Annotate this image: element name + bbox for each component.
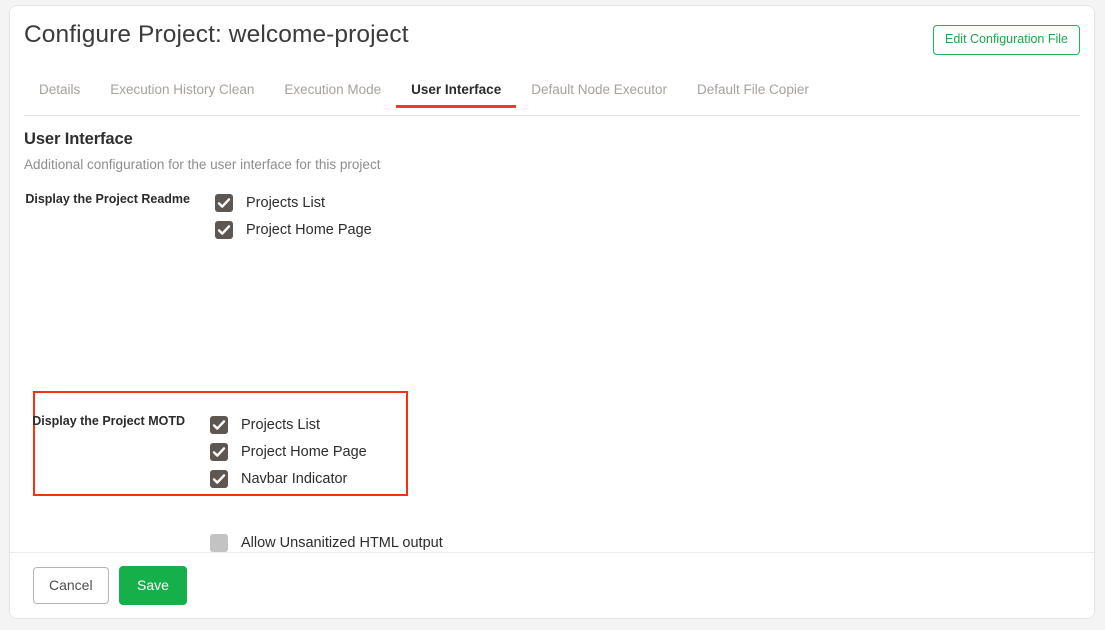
motd-option-projects-list[interactable]: Projects List xyxy=(210,411,367,438)
motd-option-label: Navbar Indicator xyxy=(241,470,348,487)
display-project-motd-label: Display the Project MOTD xyxy=(32,414,185,428)
settings-content: User Interface Additional configuration … xyxy=(10,130,1094,618)
tab-default-file-copier[interactable]: Default File Copier xyxy=(682,83,824,107)
edit-configuration-file-button[interactable]: Edit Configuration File xyxy=(933,25,1080,55)
tab-bar: Details Execution History Clean Executio… xyxy=(24,82,1080,116)
motd-option-label: Projects List xyxy=(241,416,320,433)
checkbox-checked-icon[interactable] xyxy=(215,193,233,212)
checkbox-checked-icon[interactable] xyxy=(210,415,228,434)
page-title: Configure Project: welcome-project xyxy=(24,21,409,48)
tab-execution-mode[interactable]: Execution Mode xyxy=(269,83,396,107)
motd-option-label: Project Home Page xyxy=(241,443,367,460)
tab-user-interface[interactable]: User Interface xyxy=(396,83,517,107)
motd-option-navbar-indicator[interactable]: Navbar Indicator xyxy=(210,465,367,492)
unsanitized-html-label: Allow Unsanitized HTML output xyxy=(241,534,443,551)
display-project-readme-label: Display the Project Readme xyxy=(25,192,190,206)
checkbox-checked-icon[interactable] xyxy=(210,442,228,461)
motd-option-project-home-page[interactable]: Project Home Page xyxy=(210,438,367,465)
display-project-readme-row: Display the Project Readme Projects List… xyxy=(24,189,1080,243)
readme-options: Projects List Project Home Page xyxy=(202,189,372,243)
unsanitized-row-spacer xyxy=(19,529,197,532)
display-project-motd-row: Display the Project MOTD Projects List P… xyxy=(19,411,367,492)
section-subtitle: Additional configuration for the user in… xyxy=(24,157,381,172)
configure-project-card: Configure Project: welcome-project Edit … xyxy=(9,5,1095,619)
save-button[interactable]: Save xyxy=(119,566,187,605)
checkbox-checked-icon[interactable] xyxy=(215,220,233,239)
checkbox-unchecked-icon[interactable] xyxy=(210,533,228,552)
tab-default-node-executor[interactable]: Default Node Executor xyxy=(516,83,682,107)
readme-option-project-home-page[interactable]: Project Home Page xyxy=(215,216,372,243)
form-footer: Cancel Save xyxy=(10,552,1094,618)
motd-options: Projects List Project Home Page Navbar I… xyxy=(197,411,367,492)
cancel-button[interactable]: Cancel xyxy=(33,567,109,604)
tab-details[interactable]: Details xyxy=(24,83,95,107)
readme-option-projects-list[interactable]: Projects List xyxy=(215,189,372,216)
readme-option-label: Projects List xyxy=(246,194,325,211)
checkbox-checked-icon[interactable] xyxy=(210,469,228,488)
section-title: User Interface xyxy=(24,130,133,148)
readme-option-label: Project Home Page xyxy=(246,221,372,238)
tab-execution-history-clean[interactable]: Execution History Clean xyxy=(95,83,269,107)
card-header: Configure Project: welcome-project Edit … xyxy=(10,6,1094,82)
